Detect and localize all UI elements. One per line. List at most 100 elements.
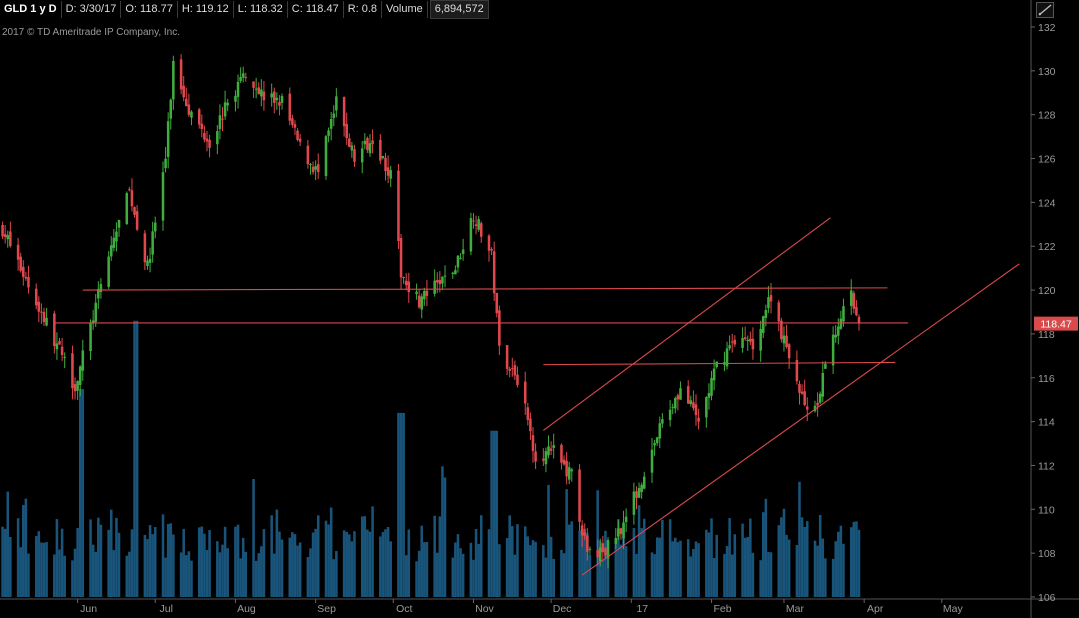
x-tick-label: 17: [636, 603, 648, 615]
volume-bar: [461, 553, 465, 597]
candle-body: [270, 93, 273, 98]
volume-bar: [99, 524, 103, 597]
volume-bar: [777, 525, 781, 597]
volume-bar: [454, 542, 457, 597]
volume-bar: [686, 539, 690, 597]
volume-bar: [151, 534, 154, 597]
volume-bar: [604, 530, 607, 597]
volume-bar: [164, 557, 167, 597]
volume-bar: [60, 528, 64, 597]
volume-bar: [492, 430, 496, 597]
candle-body: [128, 189, 131, 191]
volume-bar: [97, 517, 100, 597]
volume-bar: [624, 546, 628, 597]
candle-body: [508, 368, 511, 371]
candle-body: [53, 313, 56, 347]
close-label: C: 118.47: [288, 1, 344, 18]
volume-bar: [27, 553, 30, 597]
x-tick-label: Nov: [475, 603, 494, 615]
candle-body: [182, 85, 185, 98]
volume-bar: [404, 555, 408, 597]
volume-bar: [161, 514, 165, 597]
candle-body: [236, 81, 240, 97]
volume-bar: [146, 539, 149, 597]
candle-body: [19, 256, 22, 271]
candle-body: [63, 356, 66, 358]
draw-line-icon[interactable]: [1036, 2, 1054, 18]
volume-bar: [477, 543, 480, 597]
candle-body: [226, 102, 229, 106]
candle-body: [218, 115, 222, 130]
candle-body: [433, 280, 436, 294]
candle-body: [146, 260, 149, 266]
candle-body: [552, 445, 555, 448]
candle-body: [278, 102, 281, 106]
candle-body: [658, 423, 662, 439]
x-tick-label: Dec: [553, 603, 572, 615]
candle-body: [498, 310, 501, 346]
volume-bar: [785, 534, 788, 597]
volume-bar: [459, 548, 462, 597]
candle-body: [583, 532, 587, 536]
volume-bar: [508, 515, 511, 597]
candle-body: [705, 397, 708, 418]
open-label: O: 118.77: [121, 1, 178, 18]
candle-body: [622, 522, 625, 539]
candle-body: [474, 224, 478, 226]
volume-bar: [366, 529, 369, 597]
candle-body: [208, 139, 211, 148]
volume-bar: [487, 529, 491, 597]
candle-body: [205, 138, 209, 142]
candle-body: [505, 345, 509, 369]
volume-bar: [280, 539, 284, 597]
trendlines[interactable]: [54, 217, 1020, 576]
volume-bar: [125, 555, 129, 597]
candle-body: [345, 124, 348, 138]
candle-body: [686, 386, 690, 404]
y-tick-label: 118: [1038, 329, 1055, 341]
volume-bar: [479, 515, 483, 597]
volume-bar: [169, 523, 173, 597]
candle-body: [40, 311, 43, 313]
volume-bar: [208, 530, 211, 597]
volume-bar: [130, 529, 134, 597]
x-tick-label: Mar: [786, 603, 805, 615]
volume-bar: [166, 523, 170, 597]
volume-bar: [855, 521, 858, 597]
volume-bar: [441, 466, 444, 597]
candle-body: [161, 172, 165, 221]
candle-body: [415, 291, 418, 295]
volume-bar: [45, 542, 48, 597]
volume-bar: [658, 537, 662, 597]
candle-body: [782, 335, 786, 344]
volume-bar: [676, 542, 680, 597]
candle-body: [314, 166, 317, 170]
volume-bar: [91, 544, 95, 597]
volume-bar: [22, 505, 25, 597]
volume-bar: [751, 552, 755, 597]
volume-bar: [353, 531, 356, 597]
price-chart[interactable]: 106 108 110 112 114 116 118 120 122 124 126 128 130 1…: [0, 0, 1079, 618]
candle-body: [252, 81, 255, 88]
x-tick-label: Jul: [160, 603, 173, 615]
candle-body: [759, 328, 762, 351]
volume-bar: [764, 498, 768, 597]
volume-bar: [694, 541, 698, 597]
candle-body: [715, 361, 718, 368]
candle-body: [399, 238, 403, 278]
trendline: [581, 263, 1020, 576]
candle-body: [526, 407, 530, 420]
candle-body: [275, 97, 279, 101]
candle-body: [614, 538, 618, 545]
volume-bar: [200, 526, 204, 597]
candle-body: [22, 266, 25, 277]
volume-bar: [270, 515, 273, 597]
volume-bar: [306, 557, 310, 597]
volume-bar: [655, 537, 659, 597]
y-tick-label: 126: [1038, 154, 1056, 166]
candle-body: [425, 290, 429, 296]
quote-header: GLD 1 y D D: 3/30/17 O: 118.77 H: 119.12…: [0, 0, 489, 19]
symbol-label[interactable]: GLD 1 y D: [0, 1, 62, 18]
volume-bar: [531, 540, 535, 597]
volume-bar: [327, 524, 330, 597]
